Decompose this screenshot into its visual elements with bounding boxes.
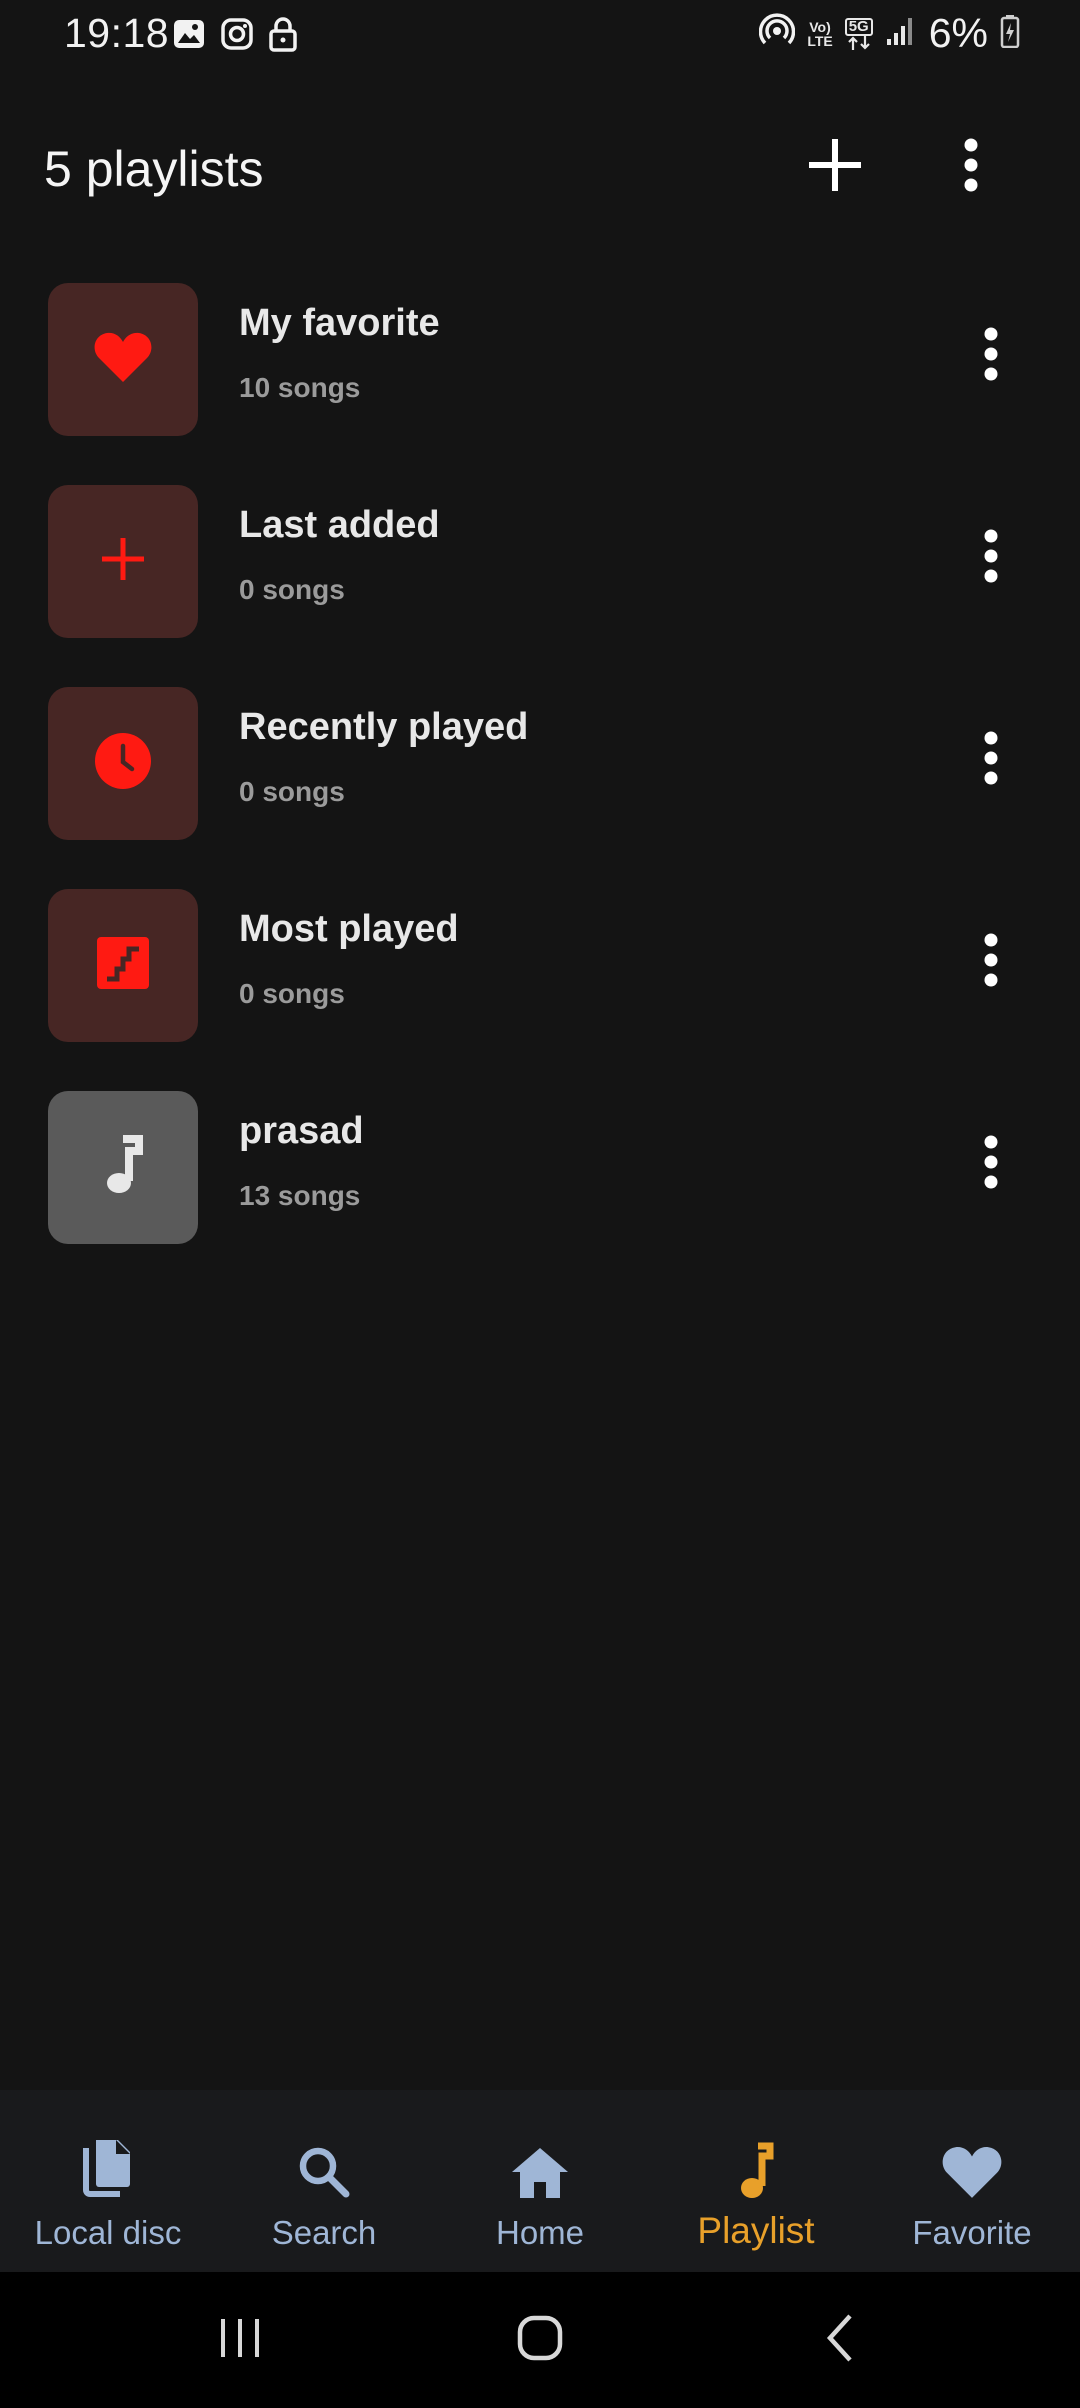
- gallery-icon: [172, 17, 206, 56]
- file-copy-icon: [80, 2132, 136, 2200]
- playlist-song-count: 0 songs: [239, 776, 345, 807]
- hotspot-icon: [759, 13, 796, 54]
- nav-local-disc[interactable]: Local disc: [0, 2090, 216, 2272]
- playlist-name: My favorite: [239, 302, 440, 344]
- status-time: 19:18: [64, 10, 170, 56]
- playlist-more-button[interactable]: [956, 316, 1026, 396]
- more-vertical-icon: [983, 932, 999, 993]
- playlist-name: prasad: [239, 1110, 364, 1152]
- status-system-icons: Vo) LTE 5G 6%: [759, 10, 1020, 57]
- plus-icon: [809, 138, 861, 196]
- volte-icon: Vo) LTE: [807, 20, 832, 48]
- 5g-icon: 5G: [844, 17, 873, 50]
- playlist-name: Recently played: [239, 706, 529, 748]
- more-vertical-icon: [983, 730, 999, 791]
- back-button[interactable]: [800, 2312, 880, 2368]
- heart-icon: [941, 2132, 1003, 2200]
- battery-icon: [1000, 14, 1020, 53]
- playlist-name: Most played: [239, 908, 459, 950]
- status-bar: 19:18 Vo) LTE 5G 6%: [0, 0, 1080, 70]
- more-vertical-icon: [983, 528, 999, 589]
- playlist-item-my-favorite[interactable]: My favorite 10 songs: [0, 280, 1080, 482]
- playlist-item-prasad[interactable]: prasad 13 songs: [0, 1088, 1080, 1290]
- playlist-item-most-played[interactable]: Most played 0 songs: [0, 886, 1080, 1088]
- playlist-more-button[interactable]: [956, 720, 1026, 800]
- clock-icon: [94, 732, 152, 795]
- more-vertical-icon: [983, 326, 999, 387]
- nav-label: Playlist: [697, 2210, 815, 2251]
- home-circle-icon: [515, 2313, 565, 2368]
- nav-label: Home: [495, 2214, 585, 2251]
- more-vertical-icon: [983, 1134, 999, 1195]
- home-icon: [510, 2132, 570, 2200]
- heart-icon: [93, 330, 153, 389]
- nav-label: Search: [271, 2214, 377, 2251]
- nav-favorite[interactable]: Favorite: [864, 2090, 1080, 2272]
- playlist-more-button[interactable]: [956, 922, 1026, 1002]
- playlist-name: Last added: [239, 504, 440, 546]
- search-icon: [296, 2132, 352, 2200]
- playlist-item-last-added[interactable]: Last added 0 songs: [0, 482, 1080, 684]
- playlist-thumbnail: [48, 889, 198, 1042]
- more-vertical-icon: [963, 137, 979, 198]
- instagram-icon: [220, 17, 254, 56]
- page-title: 5 playlists: [44, 141, 264, 197]
- playlist-thumbnail: [48, 485, 198, 638]
- playlist-song-count: 0 songs: [239, 574, 345, 605]
- playlist-more-button[interactable]: [956, 1124, 1026, 1204]
- system-navigation-bar: [0, 2272, 1080, 2408]
- home-system-button[interactable]: [500, 2312, 580, 2368]
- playlist-song-count: 10 songs: [239, 372, 361, 403]
- status-notification-icons: [172, 16, 298, 57]
- trending-icon: [97, 937, 149, 994]
- nav-label: Favorite: [912, 2214, 1032, 2251]
- playlist-thumbnail: [48, 283, 198, 436]
- recent-apps-icon: [215, 2315, 265, 2366]
- volte-label-top: Vo): [809, 18, 831, 35]
- bottom-navigation: Local disc Search Home Playlist Favorite: [0, 2090, 1080, 2272]
- plus-icon: [100, 536, 146, 587]
- lock-icon: [268, 16, 298, 57]
- playlist-song-count: 0 songs: [239, 978, 345, 1009]
- playlist-more-button[interactable]: [956, 518, 1026, 598]
- music-note-icon: [101, 1135, 145, 1200]
- music-note-icon: [736, 2132, 776, 2200]
- nav-search[interactable]: Search: [216, 2090, 432, 2272]
- battery-percent: 6%: [928, 10, 988, 56]
- network-label: 5G: [844, 17, 873, 36]
- back-icon: [820, 2312, 860, 2369]
- signal-icon: [885, 15, 917, 52]
- nav-label: Local disc: [34, 2214, 182, 2251]
- nav-playlist[interactable]: Playlist: [648, 2090, 864, 2272]
- playlist-thumbnail: [48, 1091, 198, 1244]
- header-more-button[interactable]: [936, 132, 1006, 202]
- playlist-item-recently-played[interactable]: Recently played 0 songs: [0, 684, 1080, 886]
- playlist-song-count: 13 songs: [239, 1180, 361, 1211]
- add-playlist-button[interactable]: [800, 132, 870, 202]
- volte-label-bottom: LTE: [807, 32, 833, 49]
- nav-home[interactable]: Home: [432, 2090, 648, 2272]
- playlist-list: My favorite 10 songs Last added 0 songs: [0, 280, 1080, 1290]
- playlist-thumbnail: [48, 687, 198, 840]
- recent-apps-button[interactable]: [200, 2312, 280, 2368]
